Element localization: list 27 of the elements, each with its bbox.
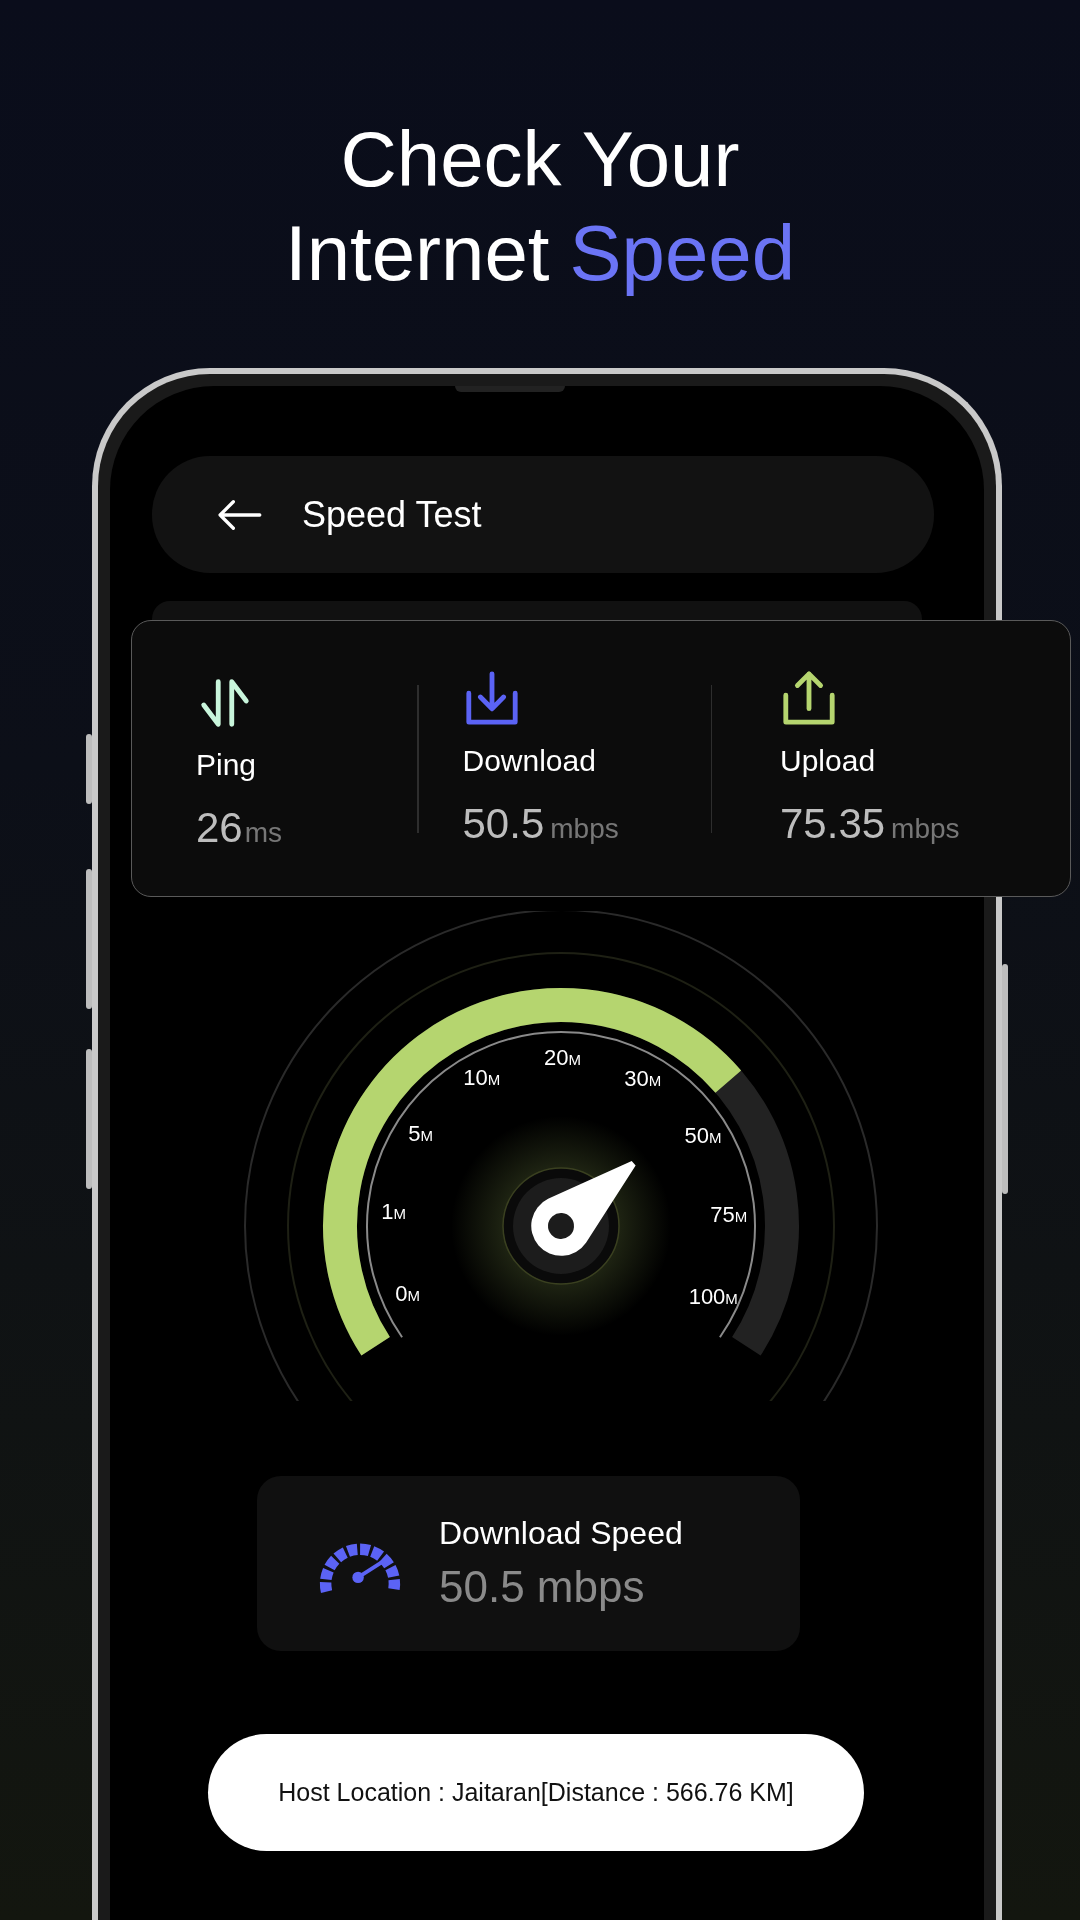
back-icon[interactable] [216,497,262,532]
stat-unit: mbps [891,812,960,844]
scale-label: 20M [543,1045,581,1071]
stat-unit: ms [244,816,283,848]
screen-title: Speed Test [302,493,482,536]
upload-icon [780,669,838,728]
stat-label: Upload [780,743,877,778]
headline-text: Internet [284,208,550,299]
scale-label: 50M [684,1123,722,1150]
speed-label: Download Speed [439,1515,683,1552]
headline-highlight: Speed [569,208,796,299]
scale-label: 5M [408,1120,433,1147]
scale-label: 30M [624,1066,662,1093]
headline-text: Check Your [339,114,741,205]
scale-label: 0M [395,1281,420,1308]
stat-value: 50.5 [462,799,545,847]
stat-value: 75.35 [780,799,886,847]
speed-value: 50.5 mbps [439,1562,646,1612]
stat-value: 26 [196,803,243,851]
stat-label: Ping [196,747,258,782]
scale-label: 10M [463,1064,501,1091]
host-location-pill: Host Location : Jaitaran[Distance : 566.76 KM] [208,1734,864,1851]
scale-label: 75M [710,1202,748,1229]
stat-label: Download [462,743,597,778]
scale-label: 1M [381,1199,406,1226]
stat-unit: mbps [550,812,619,844]
scale-label: 100M [688,1284,738,1310]
